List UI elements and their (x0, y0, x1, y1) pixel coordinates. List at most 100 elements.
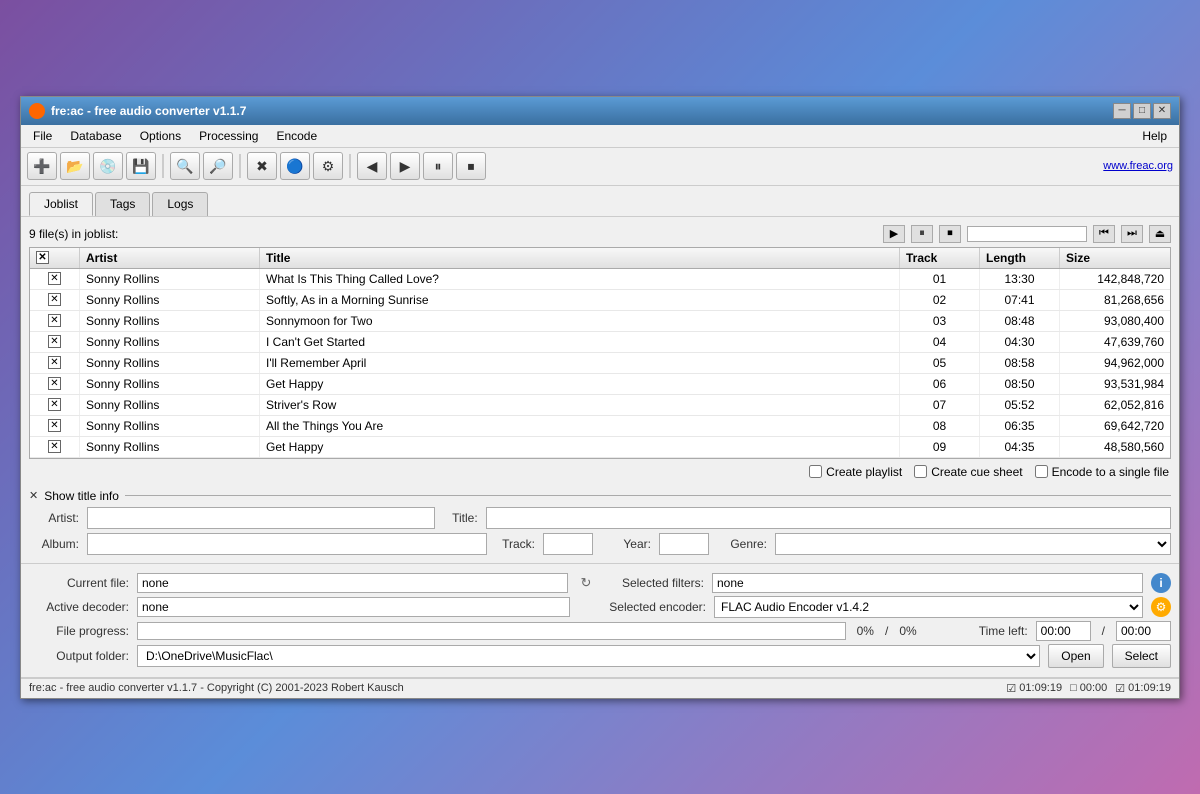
select-all-checkbox[interactable]: ✕ (36, 251, 49, 264)
stop-button[interactable]: ⏹ (456, 152, 486, 180)
save-button[interactable]: 💾 (126, 152, 156, 180)
tab-logs[interactable]: Logs (152, 192, 208, 216)
row-title-1: Softly, As in a Morning Sunrise (260, 290, 900, 310)
play-button[interactable]: ▶ (390, 152, 420, 180)
tab-tags[interactable]: Tags (95, 192, 150, 216)
refresh-icon[interactable]: ↻ (576, 573, 596, 593)
website-link[interactable]: www.freac.org (1103, 160, 1173, 172)
encoder-settings-icon[interactable]: ⚙ (1151, 597, 1171, 617)
config-button[interactable]: ⚙ (313, 152, 343, 180)
create-playlist-option[interactable]: Create playlist (809, 465, 902, 479)
pause-button[interactable]: ⏸ (423, 152, 453, 180)
add-files-button[interactable]: ➕ (27, 152, 57, 180)
clear-button[interactable]: ✖ (247, 152, 277, 180)
show-title-info-toggle[interactable]: ✕ Show title info (29, 489, 119, 503)
title-info-divider: ✕ Show title info (29, 489, 1171, 503)
table-header: ✕ Artist Title Track Length Size (30, 248, 1170, 269)
artist-input[interactable] (87, 507, 435, 529)
menu-options[interactable]: Options (132, 127, 189, 145)
encoder-select[interactable]: FLAC Audio Encoder v1.4.2 (714, 596, 1143, 618)
table-row[interactable]: ✕ Sonny Rollins I Can't Get Started 04 0… (30, 332, 1170, 353)
table-row[interactable]: ✕ Sonny Rollins Sonnymoon for Two 03 08:… (30, 311, 1170, 332)
table-row[interactable]: ✕ Sonny Rollins All the Things You Are 0… (30, 416, 1170, 437)
col-header-checkbox[interactable]: ✕ (30, 248, 80, 268)
search2-button[interactable]: 🔎 (203, 152, 233, 180)
row-checkbox-1[interactable]: ✕ (48, 293, 61, 306)
eject-btn[interactable]: ⏏ (1149, 225, 1171, 243)
active-decoder-row: Active decoder: Selected encoder: FLAC A… (29, 596, 1171, 618)
menu-database[interactable]: Database (62, 127, 129, 145)
table-row[interactable]: ✕ Sonny Rollins Softly, As in a Morning … (30, 290, 1170, 311)
open-folder-button[interactable]: 📂 (60, 152, 90, 180)
menu-file[interactable]: File (25, 127, 60, 145)
info-circle-icon[interactable]: i (1151, 573, 1171, 593)
row-length-7: 06:35 (980, 416, 1060, 436)
row-checkbox-4[interactable]: ✕ (48, 356, 61, 369)
close-button[interactable]: ✕ (1153, 103, 1171, 119)
menu-processing[interactable]: Processing (191, 127, 266, 145)
separator-1 (162, 154, 164, 178)
status-item-1: ☑ 01:09:19 (1006, 682, 1062, 695)
encode-single-option[interactable]: Encode to a single file (1035, 465, 1169, 479)
row-checkbox-6[interactable]: ✕ (48, 398, 61, 411)
status-text: fre:ac - free audio converter v1.1.7 - C… (29, 682, 404, 694)
col-header-track[interactable]: Track (900, 248, 980, 268)
separator-2 (239, 154, 241, 178)
output-folder-select[interactable]: D:\OneDrive\MusicFlac\ (137, 645, 1040, 667)
maximize-button[interactable]: □ (1133, 103, 1151, 119)
selected-filters-input (712, 573, 1143, 593)
create-cue-checkbox[interactable] (914, 465, 927, 478)
create-playlist-checkbox[interactable] (809, 465, 822, 478)
search-button[interactable]: 🔍 (170, 152, 200, 180)
title-label: Title: (443, 511, 478, 525)
row-track-8: 09 (900, 437, 980, 457)
row-checkbox-3[interactable]: ✕ (48, 335, 61, 348)
minimize-button[interactable]: ─ (1113, 103, 1131, 119)
col-header-title[interactable]: Title (260, 248, 900, 268)
create-cue-option[interactable]: Create cue sheet (914, 465, 1022, 479)
table-row[interactable]: ✕ Sonny Rollins What Is This Thing Calle… (30, 269, 1170, 290)
stop-ctrl-btn[interactable]: ⏹ (939, 225, 961, 243)
play-ctrl-btn[interactable]: ▶ (883, 225, 905, 243)
menu-bar: File Database Options Processing Encode … (21, 125, 1179, 148)
show-title-label: Show title info (44, 489, 119, 503)
tab-joblist[interactable]: Joblist (29, 192, 93, 216)
title-input[interactable] (486, 507, 1171, 529)
select-button[interactable]: Select (1112, 644, 1171, 668)
cd-button[interactable]: 💿 (93, 152, 123, 180)
row-size-7: 69,642,720 (1060, 416, 1170, 436)
row-checkbox-8[interactable]: ✕ (48, 440, 61, 453)
album-input[interactable] (87, 533, 487, 555)
row-track-1: 02 (900, 290, 980, 310)
encode-single-label: Encode to a single file (1052, 465, 1169, 479)
title-info-row1: Artist: Title: (29, 507, 1171, 529)
row-checkbox-2[interactable]: ✕ (48, 314, 61, 327)
open-button[interactable]: Open (1048, 644, 1103, 668)
table-row[interactable]: ✕ Sonny Rollins Get Happy 09 04:35 48,58… (30, 437, 1170, 458)
selected-encoder-label: Selected encoder: (606, 600, 706, 614)
row-checkbox-5[interactable]: ✕ (48, 377, 61, 390)
track-input[interactable] (543, 533, 593, 555)
col-header-length[interactable]: Length (980, 248, 1060, 268)
encode-single-checkbox[interactable] (1035, 465, 1048, 478)
first-btn[interactable]: ⏮ (1093, 225, 1115, 243)
last-btn[interactable]: ⏭ (1121, 225, 1143, 243)
row-checkbox-7[interactable]: ✕ (48, 419, 61, 432)
row-title-4: I'll Remember April (260, 353, 900, 373)
row-artist-5: Sonny Rollins (80, 374, 260, 394)
col-header-size[interactable]: Size (1060, 248, 1170, 268)
row-checkbox-0[interactable]: ✕ (48, 272, 61, 285)
col-header-artist[interactable]: Artist (80, 248, 260, 268)
pause-ctrl-btn[interactable]: ⏸ (911, 225, 933, 243)
prev-button[interactable]: ◀ (357, 152, 387, 180)
genre-select[interactable] (775, 533, 1171, 555)
progress-small (967, 226, 1087, 242)
row-size-4: 94,962,000 (1060, 353, 1170, 373)
info-button[interactable]: 🔵 (280, 152, 310, 180)
menu-help[interactable]: Help (1134, 127, 1175, 145)
menu-encode[interactable]: Encode (268, 127, 325, 145)
table-row[interactable]: ✕ Sonny Rollins I'll Remember April 05 0… (30, 353, 1170, 374)
year-input[interactable] (659, 533, 709, 555)
table-row[interactable]: ✕ Sonny Rollins Striver's Row 07 05:52 6… (30, 395, 1170, 416)
table-row[interactable]: ✕ Sonny Rollins Get Happy 06 08:50 93,53… (30, 374, 1170, 395)
